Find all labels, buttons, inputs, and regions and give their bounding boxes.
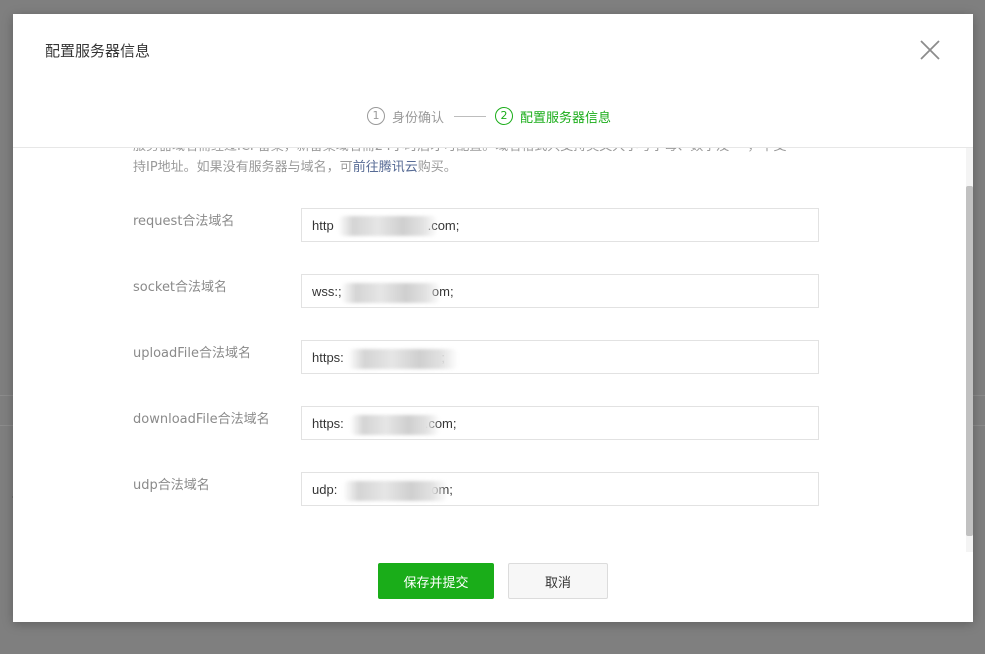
save-and-submit-button[interactable]: 保存并提交 — [378, 563, 494, 599]
tencent-cloud-link[interactable]: 前往腾讯云 — [353, 160, 418, 175]
step-indicator: 1 身份确认 2 配置服务器信息 — [367, 105, 611, 127]
notice-line-2: 持IP地址。如果没有服务器与域名，可前往腾讯云购买。 — [133, 157, 853, 178]
domain-notice: 服务器域名需经过ICP备案，新备案域名需24小时后才可配置。域名格式只支持英文大… — [133, 148, 853, 178]
step-label: 配置服务器信息 — [520, 110, 612, 126]
udp-domain-label: udp合法域名 — [133, 478, 210, 493]
form-scroll-area: 服务器域名需经过ICP备案，新备案域名需24小时后才可配置。域名格式只支持英文大… — [13, 148, 973, 552]
step-connector — [454, 115, 487, 117]
cancel-button[interactable]: 取消 — [508, 563, 608, 599]
scrollbar-thumb[interactable] — [966, 186, 973, 536]
close-button[interactable] — [918, 38, 942, 62]
step-identity: 1 身份确认 — [367, 107, 444, 126]
close-icon — [920, 40, 940, 60]
socket-domain-label: socket合法域名 — [133, 280, 228, 295]
redacted-mask — [350, 415, 440, 435]
downloadfile-domain-label: downloadFile合法域名 — [133, 412, 270, 427]
uploadfile-domain-label: uploadFile合法域名 — [133, 346, 252, 361]
notice-text: 购买。 — [417, 160, 457, 175]
step-number: 1 — [367, 107, 385, 125]
redacted-mask — [348, 349, 458, 369]
step-config-server: 2 配置服务器信息 — [495, 107, 611, 126]
dialog-title: 配置服务器信息 — [45, 42, 151, 60]
redacted-mask — [341, 283, 441, 303]
step-number: 2 — [495, 107, 514, 125]
redacted-mask — [338, 216, 438, 236]
config-server-dialog: 配置服务器信息 1 身份确认 2 配置服务器信息 服务器域名需经过ICP备案，新… — [13, 14, 973, 622]
notice-line-1: 服务器域名需经过ICP备案，新备案域名需24小时后才可配置。域名格式只支持英文大… — [133, 148, 853, 157]
step-label: 身份确认 — [392, 110, 445, 126]
notice-text: 持IP地址。如果没有服务器与域名，可 — [133, 160, 353, 175]
redacted-mask — [343, 481, 448, 501]
request-domain-label: request合法域名 — [133, 214, 235, 229]
